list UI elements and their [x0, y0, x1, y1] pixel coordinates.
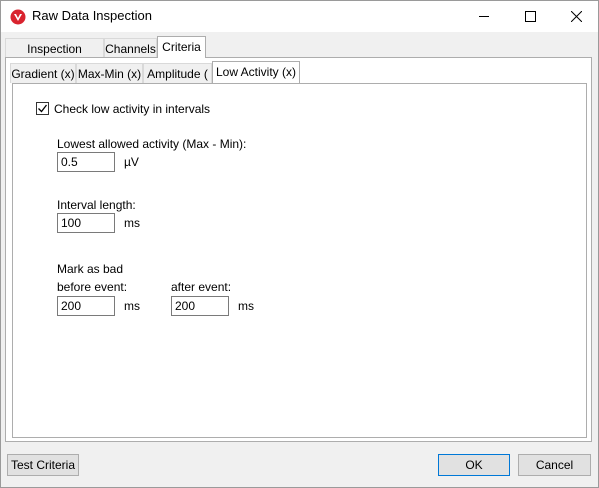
tab-label: Criteria	[162, 40, 201, 54]
raw-data-inspection-window: Raw Data Inspection Inspection Method Ch…	[0, 0, 599, 488]
close-icon	[571, 11, 582, 22]
button-label: OK	[465, 458, 483, 472]
button-label: Test Criteria	[10, 458, 75, 472]
tab-label: Low Activity (x)	[215, 65, 296, 79]
app-logo-icon	[10, 9, 26, 25]
interval-length-label: Interval length:	[57, 198, 136, 212]
tab-gradient[interactable]: Gradient (x)	[10, 63, 76, 83]
minimize-button[interactable]	[461, 1, 507, 32]
low-activity-panel: Check low activity in intervals Lowest a…	[12, 83, 587, 438]
checkmark-icon	[38, 104, 47, 113]
interval-length-unit: ms	[124, 216, 140, 230]
maximize-button[interactable]	[507, 1, 553, 32]
lowest-activity-input[interactable]: 0.5	[57, 152, 115, 172]
check-low-activity-label: Check low activity in intervals	[54, 102, 211, 116]
tab-criteria[interactable]: Criteria	[157, 36, 206, 58]
tab-label: Gradient (x)	[11, 67, 75, 81]
after-event-unit: ms	[238, 299, 254, 313]
tab-label: Max-Min (x)	[77, 67, 142, 81]
check-low-activity-checkbox[interactable]	[36, 102, 49, 115]
tab-amplitude[interactable]: Amplitude ( )	[143, 63, 212, 101]
tab-inspection-method[interactable]: Inspection Method	[5, 38, 104, 76]
tab-label: Channels	[105, 42, 156, 56]
minimize-icon	[479, 16, 489, 17]
maximize-icon	[525, 11, 536, 22]
cancel-button[interactable]: Cancel	[518, 454, 591, 476]
after-event-input[interactable]: 200	[171, 296, 229, 316]
tab-channels[interactable]: Channels	[104, 38, 157, 58]
before-event-input[interactable]: 200	[57, 296, 115, 316]
after-event-label: after event:	[171, 280, 232, 294]
test-criteria-button[interactable]: Test Criteria	[7, 454, 79, 476]
close-button[interactable]	[553, 1, 599, 32]
before-event-unit: ms	[124, 299, 140, 313]
title-bar: Raw Data Inspection	[1, 1, 598, 32]
window-title: Raw Data Inspection	[32, 8, 152, 23]
interval-length-input[interactable]: 100	[57, 213, 115, 233]
mark-as-bad-label: Mark as bad	[57, 262, 124, 276]
button-label: Cancel	[535, 458, 574, 472]
lowest-activity-unit: µV	[124, 155, 139, 169]
ok-button[interactable]: OK	[438, 454, 510, 476]
tab-low-activity[interactable]: Low Activity (x)	[212, 61, 300, 83]
criteria-panel: Gradient (x) Max-Min (x) Amplitude ( ) L…	[5, 57, 592, 442]
before-event-label: before event:	[57, 280, 128, 294]
lowest-activity-label: Lowest allowed activity (Max - Min):	[57, 137, 247, 151]
tab-max-min[interactable]: Max-Min (x)	[76, 63, 143, 83]
